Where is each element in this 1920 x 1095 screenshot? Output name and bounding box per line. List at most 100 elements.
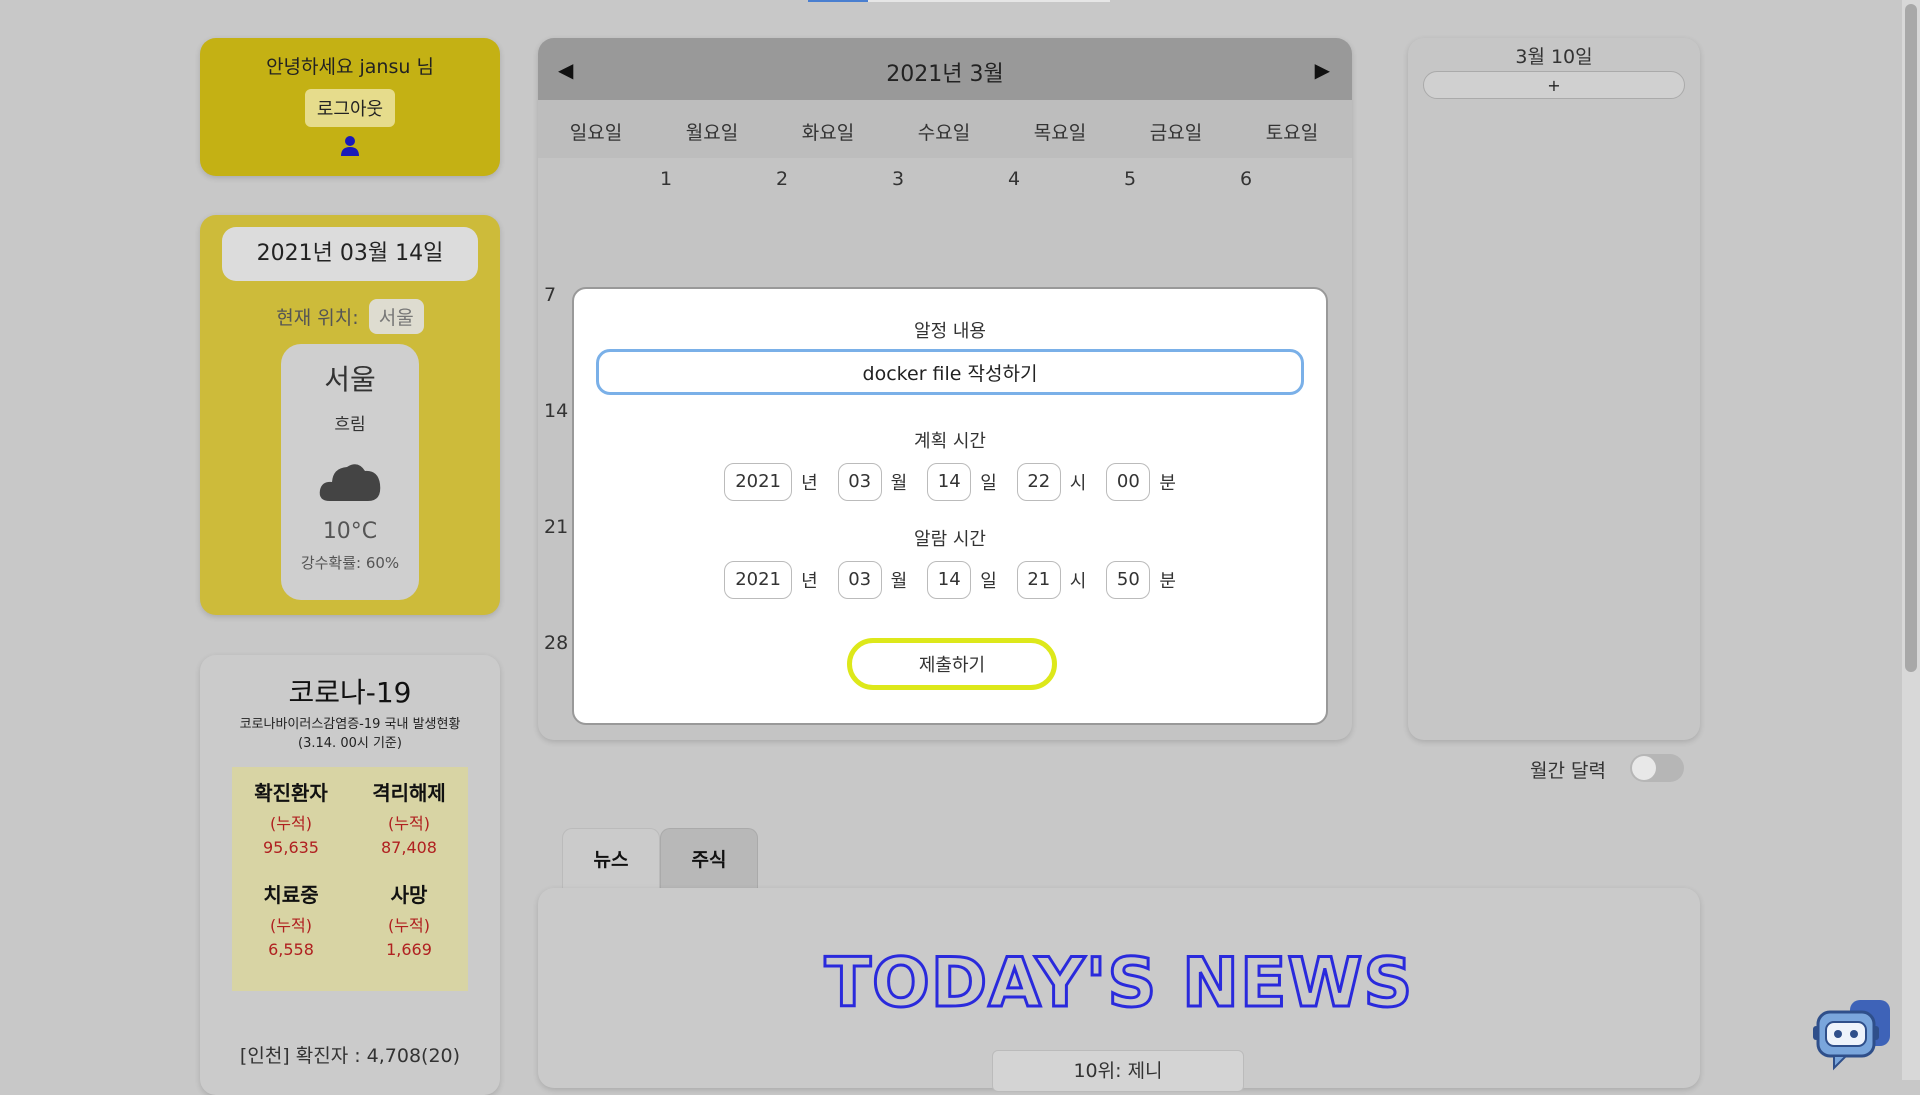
- add-schedule-button[interactable]: +: [1423, 71, 1685, 99]
- weekday-sat: 토요일: [1265, 122, 1319, 144]
- weather-panel: 서울 흐림 10°C 강수확률: 60%: [281, 344, 419, 600]
- stat-label: 확진환자: [254, 781, 328, 805]
- tab-stock[interactable]: 주식: [660, 828, 758, 890]
- covid-stats-grid: 확진환자 (누적) 95,635 격리해제 (누적) 87,408 치료중 (누…: [232, 767, 468, 991]
- weekday-mon: 월요일: [685, 122, 739, 144]
- stat-value: 6,558: [268, 940, 314, 959]
- weather-card: 2021년 03월 14일 현재 위치: 서울 서울 흐림 10°C 강수확률:…: [200, 215, 500, 615]
- calendar-title: 2021년 3월: [886, 62, 1004, 87]
- alarm-year-input[interactable]: 2021: [724, 561, 793, 599]
- calendar-date[interactable]: 2: [776, 168, 788, 190]
- submit-button[interactable]: 제출하기: [847, 638, 1057, 690]
- news-title: TODAY'S NEWS: [823, 943, 1414, 1025]
- user-greeting: 안녕하세요 jansu 님: [266, 56, 434, 78]
- toggle-knob: [1632, 756, 1656, 780]
- calendar-date[interactable]: 7: [544, 284, 556, 306]
- calendar-date[interactable]: 4: [1008, 168, 1020, 190]
- cloud-icon: [319, 464, 381, 501]
- month-unit: 월: [890, 571, 908, 592]
- year-unit: 년: [801, 473, 818, 494]
- minute-unit: 분: [1159, 473, 1176, 494]
- calendar-date[interactable]: 3: [892, 168, 904, 190]
- plan-time-label: 계획 시간: [914, 431, 986, 452]
- covid-stat-released: 격리해제 (누적) 87,408: [350, 777, 468, 879]
- stat-label: 격리해제: [372, 781, 446, 805]
- hour-unit: 시: [1069, 571, 1087, 592]
- covid-regional: [인천] 확진자 : 4,708(20): [239, 1045, 461, 1067]
- stat-value: 95,635: [263, 838, 319, 857]
- year-unit: 년: [801, 571, 818, 592]
- user-icon[interactable]: [340, 135, 360, 157]
- monthly-toggle-label: 월간 달력: [1530, 760, 1606, 782]
- minute-unit: 분: [1159, 571, 1176, 592]
- hour-unit: 시: [1069, 473, 1087, 494]
- plan-hour-input[interactable]: 22: [1016, 463, 1061, 501]
- today-date: 2021년 03월 14일: [222, 227, 478, 281]
- calendar-date[interactable]: 5: [1124, 168, 1136, 190]
- plan-time-row: 2021 년 03 월 14 일 22 시 00 분: [574, 463, 1326, 501]
- next-month-button[interactable]: ▶: [1315, 58, 1330, 82]
- selected-date: 3월 10일: [1515, 46, 1593, 68]
- weekday-sun: 일요일: [569, 122, 623, 144]
- content-label: 알정 내용: [914, 321, 986, 342]
- weather-temperature: 10°C: [322, 519, 378, 544]
- calendar-date[interactable]: 28: [544, 632, 568, 654]
- covid-subtitle: 코로나바이러스감염증-19 국내 발생현황 (3.14. 00시 기준): [200, 715, 500, 753]
- weekday-thu: 목요일: [1033, 122, 1087, 144]
- calendar-header: ◀ 2021년 3월 ▶: [538, 38, 1352, 100]
- month-unit: 월: [890, 473, 908, 494]
- location-row: 현재 위치: 서울: [200, 299, 500, 334]
- alarm-minute-input[interactable]: 50: [1106, 561, 1151, 599]
- alarm-day-input[interactable]: 14: [927, 561, 972, 599]
- monthly-toggle[interactable]: [1630, 754, 1684, 782]
- schedule-content-input[interactable]: [596, 349, 1304, 395]
- weather-rain-chance: 강수확률: 60%: [300, 554, 400, 572]
- covid-subtitle-text: 코로나바이러스감염증-19 국내 발생현황: [239, 717, 461, 732]
- alarm-time-row: 2021 년 03 월 14 일 21 시 50 분: [574, 561, 1326, 599]
- alarm-month-input[interactable]: 03: [837, 561, 882, 599]
- calendar-date[interactable]: 21: [544, 516, 568, 538]
- stat-label: 치료중: [263, 883, 319, 907]
- weekday-wed: 수요일: [917, 122, 971, 144]
- covid-title: 코로나-19: [288, 676, 412, 709]
- schedule-modal: 알정 내용 계획 시간 2021 년 03 월 14 일 22 시 00 분 알…: [572, 287, 1328, 725]
- plan-minute-input[interactable]: 00: [1106, 463, 1151, 501]
- news-card: TODAY'S NEWS 10위: 제니: [538, 888, 1700, 1092]
- user-card: 안녕하세요 jansu 님 로그아웃: [200, 38, 500, 176]
- logout-button[interactable]: 로그아웃: [304, 89, 396, 127]
- day-unit: 일: [980, 571, 997, 592]
- weekday-fri: 금요일: [1149, 122, 1203, 144]
- top-tab-indicator: [808, 0, 868, 2]
- stat-label: 사망: [390, 883, 428, 907]
- stat-cumulative: (누적): [270, 916, 312, 935]
- day-unit: 일: [980, 473, 997, 494]
- alarm-hour-input[interactable]: 21: [1016, 561, 1061, 599]
- weekday-tue: 화요일: [801, 122, 855, 144]
- covid-stat-deaths: 사망 (누적) 1,669: [350, 879, 468, 981]
- calendar-date[interactable]: 1: [660, 168, 672, 190]
- stat-value: 87,408: [381, 838, 437, 857]
- plan-day-input[interactable]: 14: [927, 463, 972, 501]
- covid-stat-confirmed: 확진환자 (누적) 95,635: [232, 777, 350, 879]
- calendar-date[interactable]: 6: [1240, 168, 1252, 190]
- chatbot-icon[interactable]: [1812, 998, 1892, 1074]
- scrollbar-thumb[interactable]: [1905, 4, 1917, 672]
- weather-description: 흐림: [334, 415, 366, 435]
- covid-basis: (3.14. 00시 기준): [298, 736, 402, 751]
- stat-cumulative: (누적): [388, 916, 430, 935]
- location-select[interactable]: 서울: [368, 299, 424, 334]
- weekday-header: 일요일 월요일 화요일 수요일 목요일 금요일 토요일: [538, 100, 1352, 158]
- covid-stat-treating: 치료중 (누적) 6,558: [232, 879, 350, 981]
- news-rank-item[interactable]: 10위: 제니: [992, 1050, 1244, 1092]
- stat-cumulative: (누적): [270, 814, 312, 833]
- tab-news[interactable]: 뉴스: [562, 828, 660, 890]
- stat-value: 1,669: [386, 940, 432, 959]
- calendar-date[interactable]: 14: [544, 400, 568, 422]
- location-label: 현재 위치:: [276, 307, 359, 329]
- plan-month-input[interactable]: 03: [837, 463, 882, 501]
- stat-cumulative: (누적): [388, 814, 430, 833]
- alarm-time-label: 알람 시간: [914, 529, 986, 550]
- plan-year-input[interactable]: 2021: [724, 463, 793, 501]
- schedule-panel: 3월 10일 +: [1408, 38, 1700, 740]
- covid-card: 코로나-19 코로나바이러스감염증-19 국내 발생현황 (3.14. 00시 …: [200, 655, 500, 1095]
